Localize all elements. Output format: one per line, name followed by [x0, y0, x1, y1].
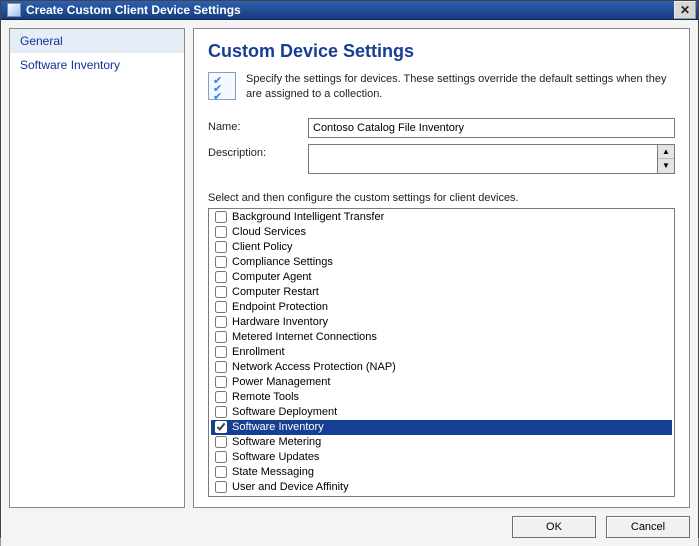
- settings-item[interactable]: Background Intelligent Transfer: [211, 210, 672, 225]
- settings-item-label: Computer Agent: [232, 271, 312, 283]
- description-scrollbar: ▲ ▼: [658, 144, 675, 174]
- dialog-window: Create Custom Client Device Settings ✕ G…: [0, 0, 699, 538]
- settings-item-label: Endpoint Protection: [232, 301, 328, 313]
- settings-item-checkbox[interactable]: [215, 391, 227, 403]
- nav-pane: General Software Inventory: [9, 28, 185, 508]
- settings-item-label: Background Intelligent Transfer: [232, 211, 384, 223]
- settings-item-checkbox[interactable]: [215, 286, 227, 298]
- settings-item[interactable]: Software Inventory: [211, 420, 672, 435]
- settings-item-label: Network Access Protection (NAP): [232, 361, 396, 373]
- settings-item-checkbox[interactable]: [215, 241, 227, 253]
- settings-item[interactable]: Software Metering: [211, 435, 672, 450]
- settings-item-checkbox[interactable]: [215, 316, 227, 328]
- settings-item[interactable]: Endpoint Protection: [211, 300, 672, 315]
- settings-item[interactable]: Metered Internet Connections: [211, 330, 672, 345]
- dialog-buttons: OK Cancel: [9, 508, 690, 538]
- nav-item-label: Software Inventory: [20, 58, 120, 72]
- settings-item-label: Software Updates: [232, 451, 319, 463]
- scroll-up-button[interactable]: ▲: [658, 145, 674, 160]
- settings-item-checkbox[interactable]: [215, 451, 227, 463]
- settings-item[interactable]: Hardware Inventory: [211, 315, 672, 330]
- settings-item-checkbox[interactable]: [215, 346, 227, 358]
- close-button[interactable]: ✕: [674, 1, 696, 19]
- settings-item-checkbox[interactable]: [215, 301, 227, 313]
- scroll-down-button[interactable]: ▼: [658, 159, 674, 173]
- settings-item-label: Software Inventory: [232, 421, 324, 433]
- settings-item[interactable]: Client Policy: [211, 240, 672, 255]
- checklist-icon: ✔ ✔ ✔: [208, 72, 236, 100]
- settings-item-label: User and Device Affinity: [232, 481, 349, 493]
- intro-row: ✔ ✔ ✔ Specify the settings for devices. …: [208, 72, 675, 102]
- settings-item-label: Cloud Services: [232, 226, 306, 238]
- settings-item-checkbox[interactable]: [215, 406, 227, 418]
- window-title: Create Custom Client Device Settings: [26, 3, 241, 17]
- settings-item-label: Hardware Inventory: [232, 316, 328, 328]
- content-pane: Custom Device Settings ✔ ✔ ✔ Specify the…: [193, 28, 690, 508]
- settings-item[interactable]: User and Device Affinity: [211, 480, 672, 495]
- ok-button[interactable]: OK: [512, 516, 596, 538]
- page-title: Custom Device Settings: [208, 41, 675, 62]
- settings-item[interactable]: Compliance Settings: [211, 255, 672, 270]
- settings-item-checkbox[interactable]: [215, 481, 227, 493]
- close-icon: ✕: [680, 3, 690, 17]
- settings-item[interactable]: Computer Restart: [211, 285, 672, 300]
- settings-item-label: Computer Restart: [232, 286, 319, 298]
- client-area: General Software Inventory Custom Device …: [1, 20, 698, 546]
- nav-item-general[interactable]: General: [10, 29, 184, 53]
- settings-item[interactable]: Software Deployment: [211, 405, 672, 420]
- settings-item-checkbox[interactable]: [215, 466, 227, 478]
- settings-item[interactable]: Computer Agent: [211, 270, 672, 285]
- settings-list[interactable]: Background Intelligent Transfer Cloud Ser…: [208, 208, 675, 497]
- titlebar[interactable]: Create Custom Client Device Settings ✕: [1, 1, 698, 20]
- settings-item-label: State Messaging: [232, 466, 314, 478]
- name-label: Name:: [208, 118, 308, 133]
- settings-item[interactable]: Cloud Services: [211, 225, 672, 240]
- body-row: General Software Inventory Custom Device …: [9, 28, 690, 508]
- settings-item-checkbox[interactable]: [215, 211, 227, 223]
- app-icon: [7, 3, 21, 17]
- settings-item-checkbox[interactable]: [215, 256, 227, 268]
- name-input[interactable]: [308, 118, 675, 138]
- cancel-button[interactable]: Cancel: [606, 516, 690, 538]
- settings-item-label: Enrollment: [232, 346, 285, 358]
- settings-item[interactable]: Software Updates: [211, 450, 672, 465]
- settings-item-label: Compliance Settings: [232, 256, 333, 268]
- settings-item[interactable]: State Messaging: [211, 465, 672, 480]
- nav-item-label: General: [20, 34, 63, 48]
- settings-item-checkbox[interactable]: [215, 226, 227, 238]
- settings-item-label: Client Policy: [232, 241, 293, 253]
- settings-list-label: Select and then configure the custom set…: [208, 192, 675, 204]
- settings-item-checkbox[interactable]: [215, 361, 227, 373]
- description-input[interactable]: [308, 144, 658, 174]
- settings-item-label: Software Deployment: [232, 406, 337, 418]
- settings-item-checkbox[interactable]: [215, 271, 227, 283]
- settings-item-checkbox[interactable]: [215, 331, 227, 343]
- description-label: Description:: [208, 144, 308, 159]
- settings-item-checkbox[interactable]: [215, 376, 227, 388]
- name-row: Name:: [208, 118, 675, 138]
- settings-item[interactable]: Remote Tools: [211, 390, 672, 405]
- settings-item-label: Software Metering: [232, 436, 321, 448]
- settings-item[interactable]: Enrollment: [211, 345, 672, 360]
- settings-item-checkbox[interactable]: [215, 436, 227, 448]
- description-row: Description: ▲ ▼: [208, 144, 675, 174]
- settings-item-checkbox[interactable]: [215, 421, 227, 433]
- settings-item-label: Power Management: [232, 376, 330, 388]
- settings-item[interactable]: Power Management: [211, 375, 672, 390]
- settings-item-label: Remote Tools: [232, 391, 299, 403]
- settings-item-label: Metered Internet Connections: [232, 331, 377, 343]
- intro-text: Specify the settings for devices. These …: [246, 72, 675, 102]
- settings-item[interactable]: Network Access Protection (NAP): [211, 360, 672, 375]
- nav-item-software-inventory[interactable]: Software Inventory: [10, 53, 184, 77]
